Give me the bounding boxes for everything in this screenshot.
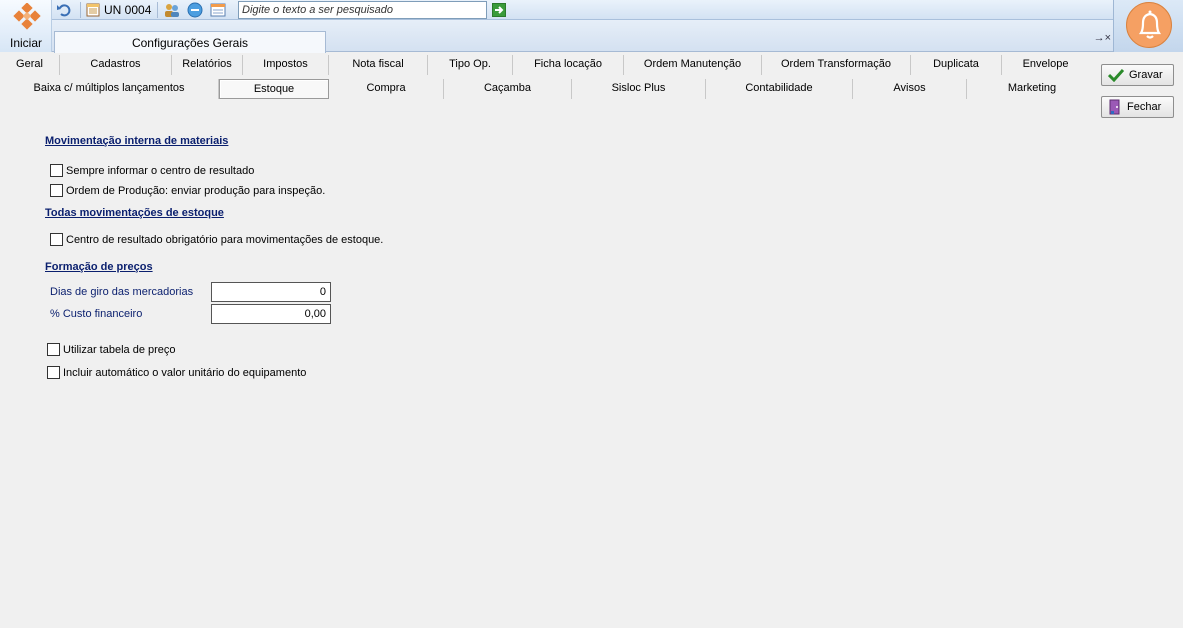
tab-avisos[interactable]: Avisos [853, 79, 967, 99]
tab-estoque[interactable]: Estoque [219, 79, 329, 99]
notifications-panel [1113, 0, 1183, 52]
checkbox-auto-unit-value[interactable]: Incluir automático o valor unitário do e… [47, 366, 306, 379]
start-button[interactable]: Iniciar [0, 0, 52, 52]
tab-envelope[interactable]: Envelope [1002, 55, 1089, 75]
tab-cadastros[interactable]: Cadastros [60, 55, 172, 75]
checkbox-label: Utilizar tabela de preço [63, 343, 176, 356]
checkbox-label: Incluir automático o valor unitário do e… [63, 366, 307, 379]
undo-button[interactable] [56, 1, 72, 19]
checkbox-result-center-required[interactable]: Centro de resultado obrigatório para mov… [50, 233, 383, 246]
window-icon [210, 3, 226, 17]
checkbox-box[interactable] [50, 184, 63, 197]
notifications-button[interactable] [1126, 2, 1172, 48]
save-button-label: Gravar [1129, 69, 1163, 81]
checkmark-icon [1108, 68, 1124, 82]
tab-baixa-c-multiplos-lancamentos[interactable]: Baixa c/ múltiplos lançamentos [0, 79, 219, 99]
tab-relatorios[interactable]: Relatórios [172, 55, 243, 75]
users-icon [165, 4, 179, 17]
checkbox-label: Centro de resultado obrigatório para mov… [66, 233, 384, 246]
tab-marketing[interactable]: Marketing [967, 79, 1097, 99]
checkbox-box[interactable] [47, 366, 60, 379]
refresh-button[interactable] [187, 1, 203, 19]
checkbox-use-price-table[interactable]: Utilizar tabela de preço [47, 343, 176, 356]
tab-ordem-transformacao[interactable]: Ordem Transformação [762, 55, 911, 75]
door-exit-icon [1109, 99, 1120, 115]
tab-contabilidade[interactable]: Contabilidade [706, 79, 853, 99]
tab-nota-fiscal[interactable]: Nota fiscal [329, 55, 428, 75]
save-button[interactable]: Gravar [1101, 64, 1174, 86]
label-financial-cost: % Custo financeiro [50, 308, 143, 320]
refresh-icon [187, 2, 203, 18]
search-input[interactable]: Digite o texto a ser pesquisado [238, 1, 487, 19]
tab-ficha-locacao[interactable]: Ficha locação [513, 55, 624, 75]
window-tab-controls[interactable]: →× [1094, 32, 1111, 44]
label-turnover-days: Dias de giro das mercadorias [50, 286, 194, 298]
start-logo-icon [13, 3, 41, 30]
tab-compra[interactable]: Compra [329, 79, 444, 99]
section-title-pricing: Formação de preços [45, 261, 153, 273]
window-button[interactable] [210, 1, 226, 19]
checkbox-label: Sempre informar o centro de resultado [66, 164, 255, 177]
settings-tabs-row-2: Baixa c/ múltiplos lançamentos Estoque Com… [0, 79, 1097, 101]
unit-selector[interactable]: UN 0004 [86, 1, 151, 19]
close-button-label: Fechar [1127, 101, 1162, 113]
tab-configuracoes-gerais[interactable]: Configurações Gerais [54, 31, 326, 53]
close-button[interactable]: Fechar [1101, 96, 1174, 118]
calendar-icon [86, 3, 100, 17]
tab-impostos[interactable]: Impostos [243, 55, 329, 75]
tab-cacamba[interactable]: Caçamba [444, 79, 572, 99]
window-tab-strip: Configurações Gerais →× [52, 20, 1113, 53]
search-go-button[interactable] [492, 3, 506, 17]
section-title-internal-movement: Movimentação interna de materiais [45, 135, 229, 147]
checkbox-box[interactable] [50, 164, 63, 177]
start-label: Iniciar [9, 36, 42, 50]
bell-icon [1138, 10, 1162, 39]
checkbox-always-inform-result-center[interactable]: Sempre informar o centro de resultado [50, 164, 254, 177]
section-title-all-movements: Todas movimentações de estoque [45, 207, 224, 219]
turnover-days-input[interactable]: 0 [211, 282, 331, 302]
settings-tabs-row-1: Geral Cadastros Relatórios Impostos Nota fis… [0, 55, 1089, 77]
toolbar-separator [80, 2, 81, 18]
users-button[interactable] [164, 1, 180, 19]
checkbox-box[interactable] [47, 343, 60, 356]
tab-geral[interactable]: Geral [0, 55, 60, 75]
checkbox-box[interactable] [50, 233, 63, 246]
checkbox-label: Ordem de Produção: enviar produção para … [66, 184, 326, 197]
toolbar-separator [157, 2, 158, 18]
unit-label: UN 0004 [104, 3, 152, 17]
go-arrow-icon [495, 6, 504, 14]
tab-duplicata[interactable]: Duplicata [911, 55, 1002, 75]
tab-tipo-op[interactable]: Tipo Op. [428, 55, 513, 75]
financial-cost-input[interactable]: 0,00 [211, 304, 331, 324]
tab-sisloc-plus[interactable]: Sisloc Plus [572, 79, 706, 99]
checkbox-production-order-inspection[interactable]: Ordem de Produção: enviar produção para … [50, 184, 325, 197]
tab-ordem-manutencao[interactable]: Ordem Manutenção [624, 55, 762, 75]
undo-icon [57, 4, 71, 17]
